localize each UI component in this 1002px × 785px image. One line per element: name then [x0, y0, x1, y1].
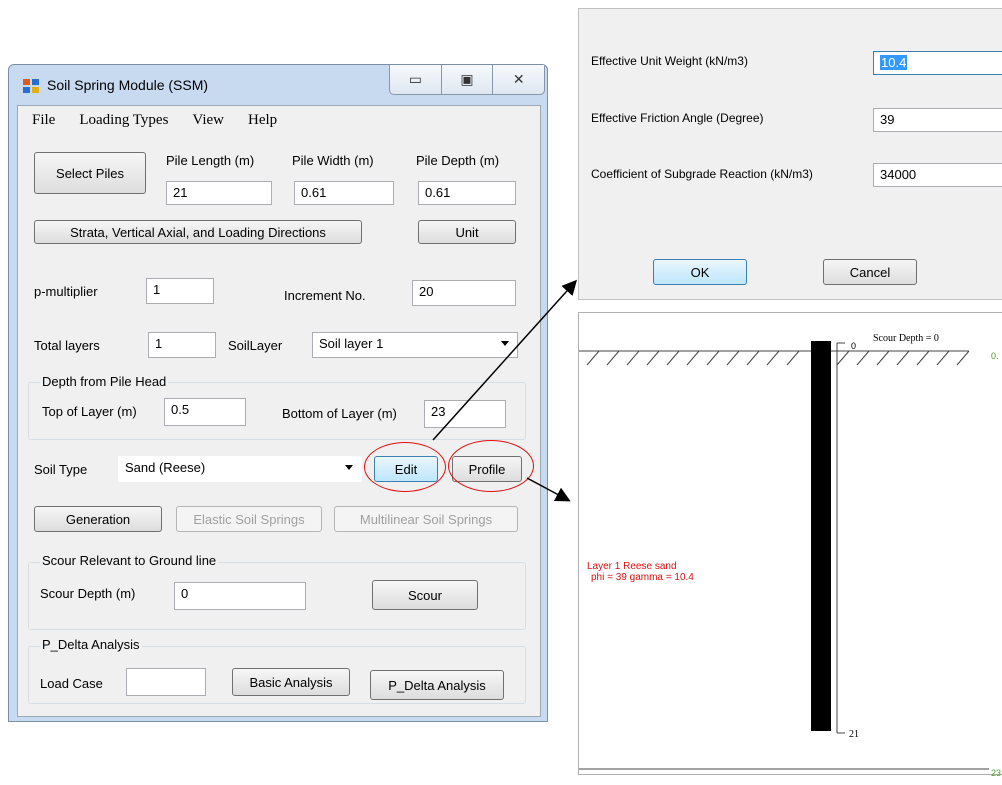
edit-arrow: [432, 279, 578, 441]
annotation-arrows: [432, 279, 578, 502]
profile-arrow: [526, 477, 571, 502]
